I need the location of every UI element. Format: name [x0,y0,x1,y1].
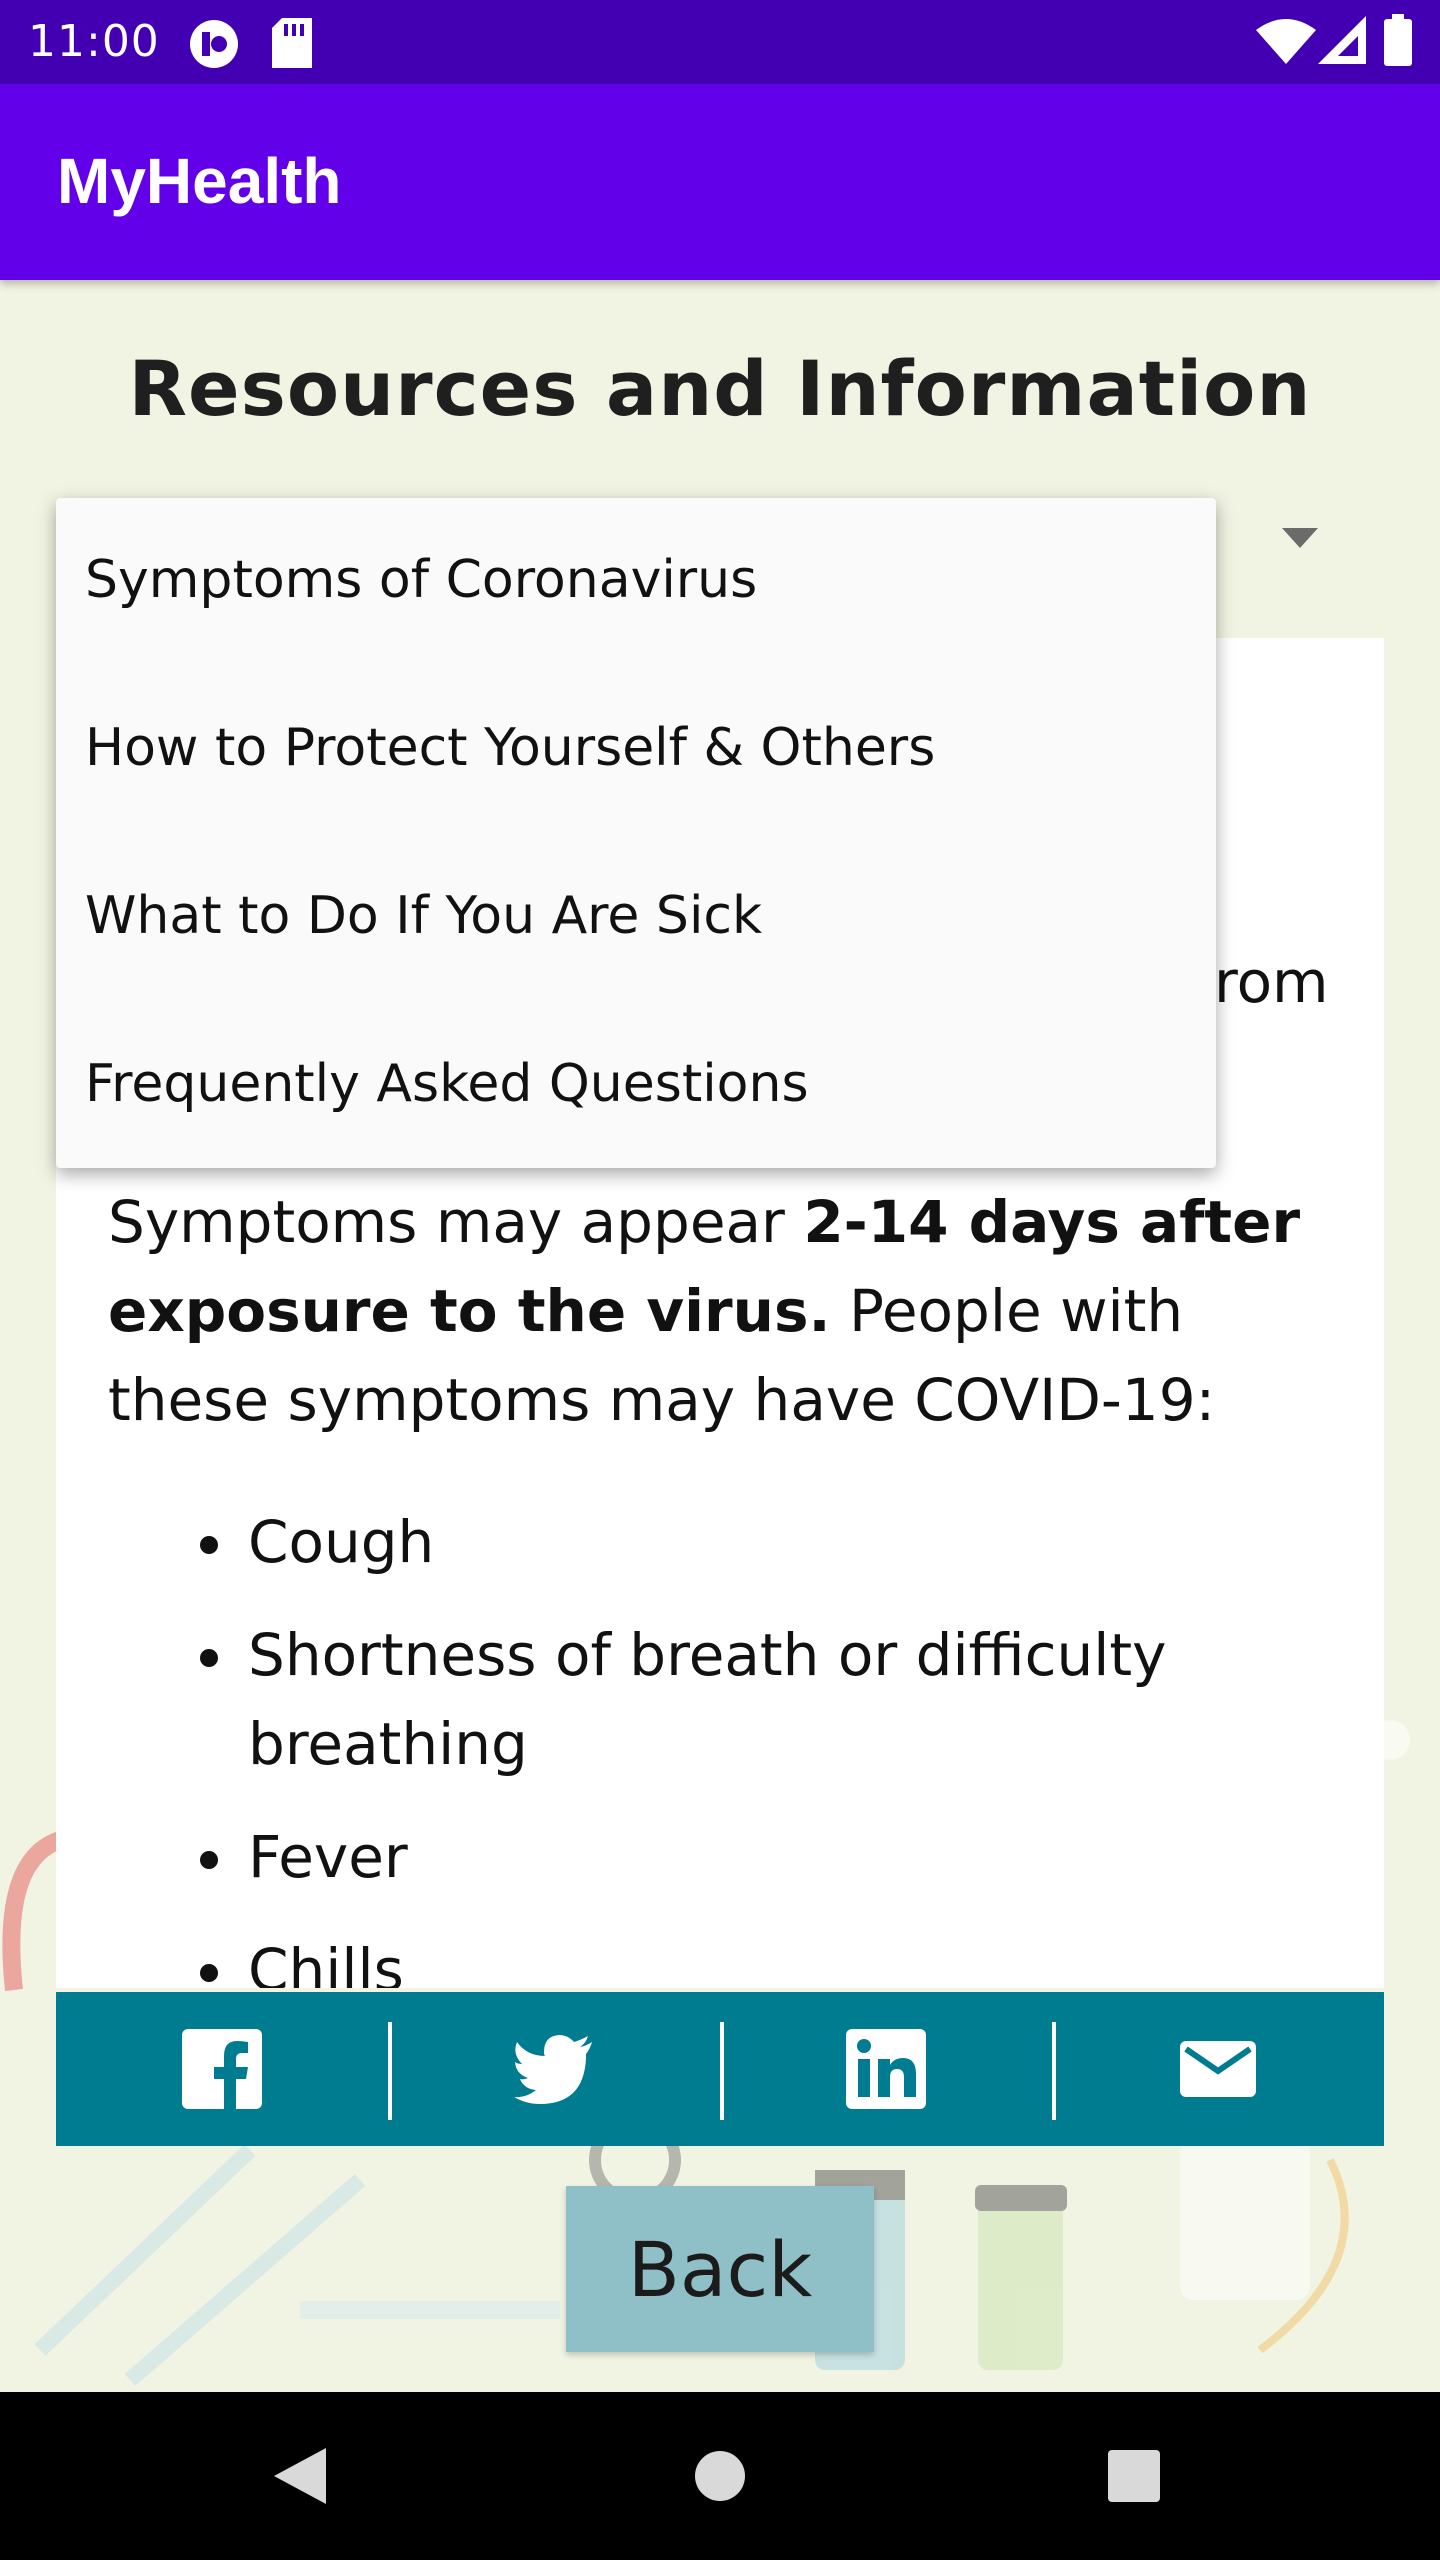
app-bar: MyHealth [0,84,1440,280]
dropdown-item-protect[interactable]: How to Protect Yourself & Others [85,718,935,778]
twitter-share-button[interactable] [388,1992,720,2146]
sd-card-icon [272,18,312,68]
symptom-list: Cough Shortness of breath or difficulty … [108,1498,1338,1988]
back-triangle-icon[interactable] [270,2444,330,2508]
app-notification-icon [190,20,238,68]
cell-signal-icon [1318,16,1366,64]
intro-paragraph: Symptoms may appear 2-14 days after expo… [108,1178,1338,1445]
facebook-share-button[interactable] [56,1992,388,2146]
twitter-icon [514,2035,592,2104]
divider [1052,2022,1056,2120]
facebook-icon [182,2029,262,2109]
email-share-button[interactable] [1052,1992,1384,2146]
list-item: Fever [108,1813,1338,1902]
dropdown-item-symptoms[interactable]: Symptoms of Coronavirus [85,550,757,610]
share-bar [56,1992,1384,2146]
linkedin-share-button[interactable] [720,1992,1052,2146]
divider [720,2022,724,2120]
dropdown-item-faq[interactable]: Frequently Asked Questions [85,1054,809,1114]
dropdown-item-sick[interactable]: What to Do If You Are Sick [85,886,762,946]
wifi-icon [1256,19,1316,64]
divider [388,2022,392,2120]
list-item: Cough [108,1498,1338,1587]
status-time: 11:00 [28,16,160,67]
recents-square-icon[interactable] [1108,2450,1160,2502]
intro-text-1: Symptoms may appear [108,1188,804,1256]
app-title: MyHealth [57,145,342,217]
back-button[interactable]: Back [566,2186,874,2352]
list-item: Shortness of breath or difficulty breath… [108,1611,1338,1789]
partial-heading-text: rom [1214,948,1329,1016]
battery-icon [1384,14,1412,66]
list-item: Chills [108,1926,1338,1988]
email-icon [1180,2041,1256,2097]
page-title: Resources and Information [128,344,1312,433]
system-nav-bar [0,2392,1440,2560]
home-circle-icon[interactable] [694,2450,746,2502]
linkedin-icon [846,2029,926,2109]
status-bar: 11:00 [0,0,1440,84]
topic-dropdown-menu: Symptoms of Coronavirus How to Protect Y… [56,498,1216,1168]
chevron-down-icon[interactable] [1282,528,1318,548]
